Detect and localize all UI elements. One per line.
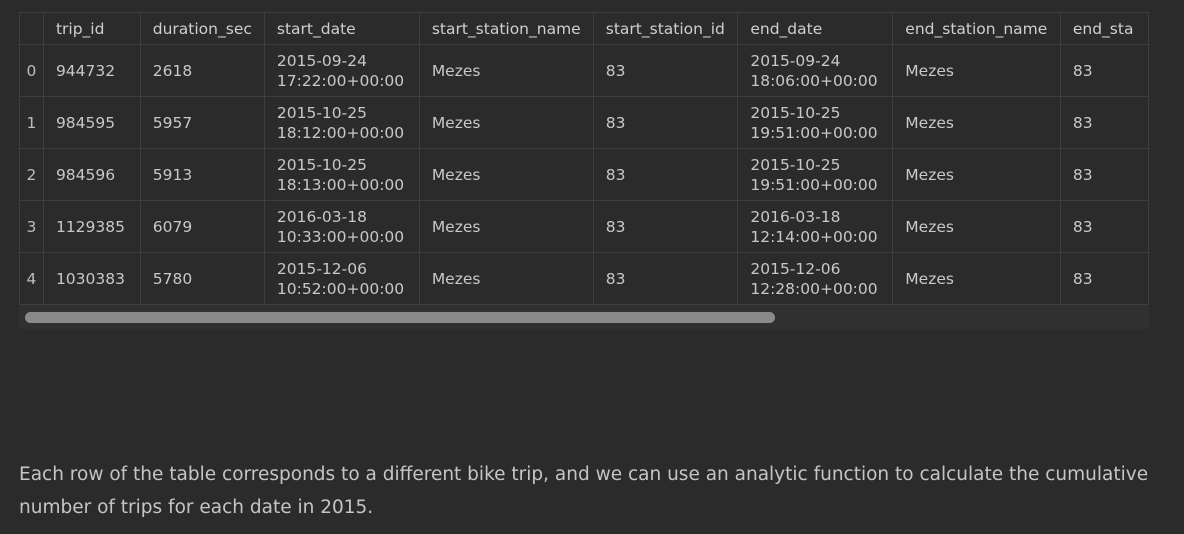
start-station-id-cell: 83 bbox=[592, 44, 739, 97]
start-date-time: 10:52:00+00:00 bbox=[276, 279, 405, 298]
end-station-id-cell: 83 bbox=[1059, 96, 1149, 149]
scrollbar-thumb[interactable] bbox=[25, 312, 775, 323]
end-date-cell: 2015-09-24 18:06:00+00:00 bbox=[737, 44, 894, 97]
start-date-day: 2015-10-25 bbox=[276, 103, 367, 122]
end-station-name-cell: Mezes bbox=[892, 200, 1061, 253]
column-header-duration-sec: duration_sec bbox=[139, 12, 265, 45]
trip-id-cell: 1030383 bbox=[42, 252, 141, 305]
duration-sec-cell: 5780 bbox=[139, 252, 265, 305]
start-date-day: 2015-12-06 bbox=[276, 259, 367, 278]
start-date-cell: 2016-03-18 10:33:00+00:00 bbox=[263, 200, 420, 253]
row-index: 3 bbox=[19, 200, 44, 253]
trip-id-cell: 944732 bbox=[42, 44, 141, 97]
table-row: 1 984595 5957 2015-10-25 18:12:00+00:00 M… bbox=[19, 96, 1149, 149]
column-header-start-station-name: start_station_name bbox=[418, 12, 594, 45]
end-date-cell: 2015-10-25 19:51:00+00:00 bbox=[737, 148, 894, 201]
row-index: 1 bbox=[19, 96, 44, 149]
table-row: 4 1030383 5780 2015-12-06 10:52:00+00:00 … bbox=[19, 252, 1149, 305]
column-header-trip-id: trip_id bbox=[42, 12, 141, 45]
duration-sec-cell: 5957 bbox=[139, 96, 265, 149]
trip-id-cell: 1129385 bbox=[42, 200, 141, 253]
header-row: trip_id duration_sec start_date start_st… bbox=[19, 12, 1149, 45]
row-index: 2 bbox=[19, 148, 44, 201]
end-date-cell: 2016-03-18 12:14:00+00:00 bbox=[737, 200, 894, 253]
column-header-end-date: end_date bbox=[737, 12, 894, 45]
start-date-time: 17:22:00+00:00 bbox=[276, 71, 405, 90]
table-row: 2 984596 5913 2015-10-25 18:13:00+00:00 M… bbox=[19, 148, 1149, 201]
end-station-name-cell: Mezes bbox=[892, 44, 1061, 97]
end-station-id-cell: 83 bbox=[1059, 44, 1149, 97]
start-date-cell: 2015-10-25 18:13:00+00:00 bbox=[263, 148, 420, 201]
start-date-cell: 2015-09-24 17:22:00+00:00 bbox=[263, 44, 420, 97]
end-station-name-cell: Mezes bbox=[892, 148, 1061, 201]
start-date-day: 2015-09-24 bbox=[276, 51, 367, 70]
end-date-time: 12:28:00+00:00 bbox=[750, 279, 878, 298]
start-station-name-cell: Mezes bbox=[418, 148, 594, 201]
table-row: 3 1129385 6079 2016-03-18 10:33:00+00:00 … bbox=[19, 200, 1149, 253]
trip-id-cell: 984596 bbox=[42, 148, 141, 201]
end-date-time: 12:14:00+00:00 bbox=[750, 227, 878, 246]
row-index: 4 bbox=[19, 252, 44, 305]
dataframe-table: trip_id duration_sec start_date start_st… bbox=[19, 12, 1149, 305]
start-date-cell: 2015-12-06 10:52:00+00:00 bbox=[263, 252, 420, 305]
row-index: 0 bbox=[19, 44, 44, 97]
end-date-cell: 2015-10-25 19:51:00+00:00 bbox=[737, 96, 894, 149]
end-station-id-cell: 83 bbox=[1059, 252, 1149, 305]
duration-sec-cell: 2618 bbox=[139, 44, 265, 97]
end-date-time: 19:51:00+00:00 bbox=[750, 123, 878, 142]
end-station-name-cell: Mezes bbox=[892, 252, 1061, 305]
table-row: 0 944732 2618 2015-09-24 17:22:00+00:00 M… bbox=[19, 44, 1149, 97]
trip-id-cell: 984595 bbox=[42, 96, 141, 149]
column-header-end-station-name: end_station_name bbox=[892, 12, 1061, 45]
index-header bbox=[19, 12, 44, 45]
end-date-day: 2016-03-18 bbox=[750, 207, 841, 226]
end-date-day: 2015-09-24 bbox=[750, 51, 841, 70]
start-station-id-cell: 83 bbox=[592, 200, 739, 253]
end-date-time: 19:51:00+00:00 bbox=[750, 175, 878, 194]
end-date-cell: 2015-12-06 12:28:00+00:00 bbox=[737, 252, 894, 305]
start-date-time: 18:13:00+00:00 bbox=[276, 175, 405, 194]
start-station-id-cell: 83 bbox=[592, 148, 739, 201]
column-header-end-station-id: end_sta bbox=[1059, 12, 1149, 45]
start-date-day: 2015-10-25 bbox=[276, 155, 367, 174]
description-paragraph: Each row of the table corresponds to a d… bbox=[19, 464, 1149, 518]
end-date-day: 2015-12-06 bbox=[750, 259, 841, 278]
start-station-name-cell: Mezes bbox=[418, 44, 594, 97]
start-date-time: 10:33:00+00:00 bbox=[276, 227, 405, 246]
horizontal-scrollbar[interactable] bbox=[19, 305, 1149, 329]
start-date-time: 18:12:00+00:00 bbox=[276, 123, 405, 142]
duration-sec-cell: 6079 bbox=[139, 200, 265, 253]
start-date-cell: 2015-10-25 18:12:00+00:00 bbox=[263, 96, 420, 149]
end-date-day: 2015-10-25 bbox=[750, 155, 841, 174]
start-station-name-cell: Mezes bbox=[418, 200, 594, 253]
dataframe-output: trip_id duration_sec start_date start_st… bbox=[19, 12, 1149, 329]
start-station-id-cell: 83 bbox=[592, 252, 739, 305]
duration-sec-cell: 5913 bbox=[139, 148, 265, 201]
end-station-name-cell: Mezes bbox=[892, 96, 1061, 149]
end-station-id-cell: 83 bbox=[1059, 148, 1149, 201]
end-date-day: 2015-10-25 bbox=[750, 103, 841, 122]
start-date-day: 2016-03-18 bbox=[276, 207, 367, 226]
start-station-name-cell: Mezes bbox=[418, 96, 594, 149]
end-station-id-cell: 83 bbox=[1059, 200, 1149, 253]
column-header-start-date: start_date bbox=[263, 12, 420, 45]
column-header-start-station-id: start_station_id bbox=[592, 12, 739, 45]
end-date-time: 18:06:00+00:00 bbox=[750, 71, 878, 90]
start-station-name-cell: Mezes bbox=[418, 252, 594, 305]
start-station-id-cell: 83 bbox=[592, 96, 739, 149]
